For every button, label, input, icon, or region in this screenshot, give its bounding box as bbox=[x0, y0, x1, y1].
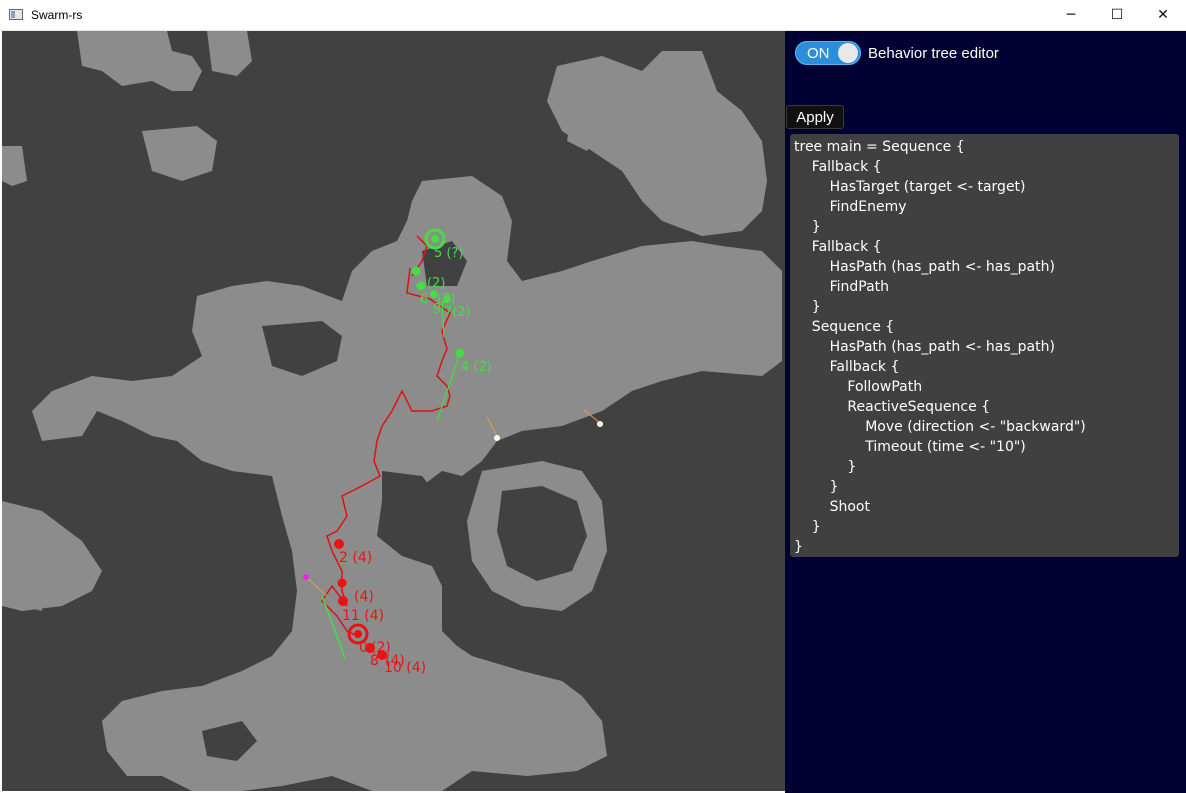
red-agent[interactable] bbox=[338, 596, 348, 606]
agent-label: 4 (2) bbox=[461, 360, 492, 375]
app-window-icon bbox=[9, 9, 23, 20]
editor-toggle[interactable]: ON bbox=[795, 41, 861, 65]
toggle-caption: Behavior tree editor bbox=[868, 45, 999, 62]
pointer-marker bbox=[303, 574, 309, 580]
bullet bbox=[597, 421, 603, 427]
red-agent[interactable] bbox=[334, 539, 344, 549]
agent-label: 9 bbox=[433, 302, 441, 317]
editor-text[interactable]: tree main = Sequence { Fallback { HasTar… bbox=[794, 137, 1086, 557]
agent-label: 6 bbox=[420, 292, 428, 307]
window-title: Swarm-rs bbox=[31, 8, 83, 22]
agent-label: 2 (4) bbox=[339, 550, 372, 566]
apply-button[interactable]: Apply bbox=[786, 105, 844, 129]
green-agent[interactable] bbox=[411, 266, 421, 276]
green-agent[interactable] bbox=[455, 348, 465, 358]
maximize-button[interactable]: ☐ bbox=[1094, 0, 1140, 30]
close-button[interactable]: ✕ bbox=[1140, 0, 1186, 30]
agent-label: (2) bbox=[427, 276, 445, 291]
agent-label: 8 bbox=[370, 653, 379, 669]
behavior-tree-panel: ON Behavior tree editor Apply tree main … bbox=[785, 31, 1186, 793]
agent-label: 7(2) bbox=[444, 305, 471, 320]
bullet bbox=[494, 435, 500, 441]
agent-label: 5 (?) bbox=[434, 246, 463, 261]
toggle-label: ON bbox=[807, 45, 830, 62]
agent-label: (4) bbox=[354, 589, 374, 605]
agent-label: 10 (4) bbox=[384, 660, 426, 676]
minimize-button[interactable]: ─ bbox=[1048, 0, 1094, 30]
agent-label: 11 (4) bbox=[342, 608, 384, 624]
agent-label: 0 bbox=[359, 640, 368, 656]
behavior-tree-editor[interactable]: tree main = Sequence { Fallback { HasTar… bbox=[790, 134, 1179, 557]
green-agent[interactable] bbox=[416, 281, 426, 291]
red-agent[interactable] bbox=[337, 578, 347, 588]
window-titlebar: Swarm-rs ─ ☐ ✕ bbox=[0, 0, 1186, 31]
toggle-knob bbox=[838, 43, 858, 63]
simulation-map[interactable]: 5 (?) (2) 6 (2) 9 7(2) 4 (2) 2 (4) (4) 1… bbox=[2, 31, 785, 791]
